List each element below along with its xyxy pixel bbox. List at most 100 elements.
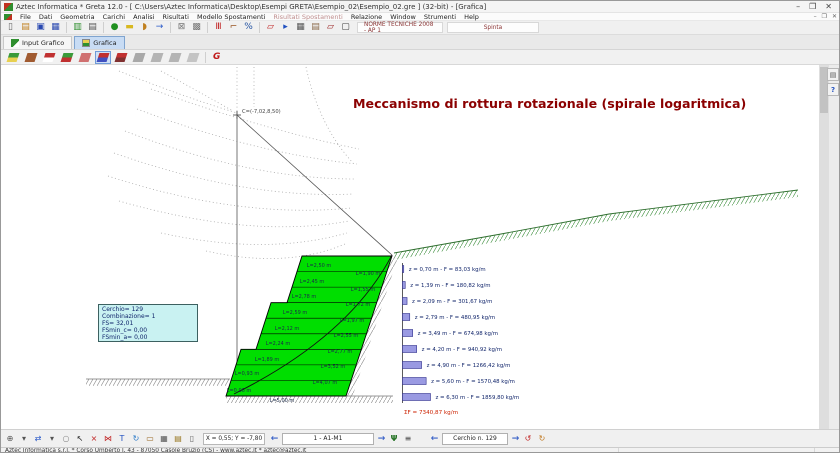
monitor-icon[interactable]: ▢ xyxy=(339,22,352,34)
report-icon[interactable]: ▤ xyxy=(86,22,99,34)
open-icon[interactable]: ▤ xyxy=(19,22,32,34)
bowtie-icon[interactable]: ⋈ xyxy=(102,432,114,445)
columns-icon[interactable]: Ⅲ xyxy=(212,22,225,34)
pan-icon[interactable]: ⇄ xyxy=(32,432,44,445)
copy-icon[interactable]: ▦ xyxy=(49,22,62,34)
force-value-label: z = 5,60 m - F = 1570,48 kg/m xyxy=(431,379,515,385)
wall-section-glyph xyxy=(97,53,110,62)
wall-type-9-icon[interactable] xyxy=(149,51,165,64)
menu-risultati[interactable]: Risultati xyxy=(158,13,193,21)
menu-risultati-spostamenti[interactable]: Risultati Spostamenti xyxy=(269,13,347,21)
prev-cerchio-icon[interactable]: ← xyxy=(429,434,440,444)
mdi-restore-icon[interactable]: ❒ xyxy=(822,13,827,20)
close-icon[interactable]: ✕ xyxy=(825,2,832,11)
fsmin-c-value: FSmin_c= 0,00 xyxy=(102,327,194,334)
help-icon[interactable]: ? xyxy=(827,83,839,96)
wall-type-11-icon[interactable] xyxy=(185,51,201,64)
tab-grafica[interactable]: Grafica xyxy=(74,36,124,49)
wall-type-4-icon[interactable] xyxy=(59,51,75,64)
layers-icon[interactable]: ▬ xyxy=(123,22,136,34)
wall-type-8-icon[interactable] xyxy=(131,51,147,64)
wall-type-6-icon[interactable] xyxy=(95,51,111,64)
spiral-back-icon[interactable]: ↺ xyxy=(522,432,534,445)
refresh-icon[interactable]: ↻ xyxy=(130,432,142,445)
verify-icon[interactable]: ▩ xyxy=(190,22,203,34)
delete-icon[interactable]: × xyxy=(88,432,100,445)
menu-file[interactable]: File xyxy=(16,13,35,21)
menu-help[interactable]: Help xyxy=(460,13,483,21)
page-icon[interactable]: ▯ xyxy=(186,432,198,445)
maximize-icon[interactable]: ❒ xyxy=(809,2,816,11)
export-icon[interactable]: ▥ xyxy=(71,22,84,34)
tree-icon[interactable]: Ψ xyxy=(388,432,400,445)
flag-icon[interactable]: ▸ xyxy=(279,22,292,34)
table-icon[interactable]: ▦ xyxy=(158,432,170,445)
wall-type-2-icon[interactable] xyxy=(23,51,39,64)
reinforcement-icon[interactable]: ▤ xyxy=(309,22,322,34)
wall-type-10-icon[interactable] xyxy=(167,51,183,64)
wall-type-3-icon[interactable] xyxy=(41,51,57,64)
wall-section-glyph xyxy=(169,53,182,62)
force-value-label: z = 2,79 m - F = 480,95 kg/m xyxy=(415,315,495,321)
corner-icon[interactable]: ⌐ xyxy=(227,22,240,34)
combination-combobox[interactable]: 1 - A1-M1 xyxy=(282,433,374,445)
vertical-scrollbar[interactable] xyxy=(819,65,829,429)
reinforcement-length-right-label: L=2,77 m xyxy=(328,349,353,355)
norme-tecniche-box[interactable]: NORME TECNICHE 2008 - AP 1 xyxy=(357,22,443,33)
mdi-close-icon[interactable]: ✕ xyxy=(832,13,837,20)
menu-strumenti[interactable]: Strumenti xyxy=(420,13,460,21)
wall-type-7-icon[interactable] xyxy=(113,51,129,64)
pan-dropdown-icon[interactable]: ▾ xyxy=(46,432,58,445)
force-value-label: z = 4,20 m - F = 940,92 kg/m xyxy=(422,347,502,353)
wall-icon[interactable]: ▱ xyxy=(264,22,277,34)
circle-icon[interactable]: ○ xyxy=(60,432,72,445)
cerchio-combobox[interactable]: Cerchio n. 129 xyxy=(442,433,508,445)
wall-section-glyph xyxy=(151,53,164,62)
spinta-box[interactable]: Spinta xyxy=(447,22,539,33)
cursor-coordinates: X = 0,55; Y = -7,80 xyxy=(203,433,265,445)
new-icon[interactable]: ▯ xyxy=(4,22,17,34)
menu-dati[interactable]: Dati xyxy=(35,13,56,21)
center-grid-arcs xyxy=(108,67,359,259)
menu-relazione[interactable]: Relazione xyxy=(347,13,386,21)
menu-window[interactable]: Window xyxy=(386,13,420,21)
menu-analisi[interactable]: Analisi xyxy=(129,13,158,21)
force-bar xyxy=(403,346,417,353)
text-icon[interactable]: T xyxy=(116,432,128,445)
spiral-forward-icon[interactable]: ↻ xyxy=(536,432,548,445)
force-value-label: z = 3,49 m - F = 674,98 kg/m xyxy=(418,331,498,337)
ledger-icon[interactable]: ▤ xyxy=(172,432,184,445)
wall-check-icon[interactable]: ▱ xyxy=(324,22,337,34)
main-toolbar: ▯▤▣▦▥▤●▬◗→⊠▩Ⅲ⌐%▱▸▦▤▱▢NORME TECNICHE 2008… xyxy=(1,21,840,35)
hammer-icon[interactable]: ⊠ xyxy=(175,22,188,34)
zoom-dropdown-icon[interactable]: ▾ xyxy=(18,432,30,445)
wall-type-5-icon[interactable] xyxy=(77,51,93,64)
menu-carichi[interactable]: Carichi xyxy=(99,13,130,21)
save-icon[interactable]: ▣ xyxy=(34,22,47,34)
zoom-icon[interactable]: ⊕ xyxy=(4,432,16,445)
base-ground-hatch xyxy=(226,396,393,403)
pointer-icon[interactable]: ↖ xyxy=(74,432,86,445)
menu-geometria[interactable]: Geometria xyxy=(56,13,98,21)
sphere-icon[interactable]: ● xyxy=(108,22,121,34)
list-icon[interactable]: ≡ xyxy=(402,432,414,445)
prev-combination-icon[interactable]: ← xyxy=(269,434,280,444)
wall-base-length-label: L=5,00 m xyxy=(270,398,295,404)
mdi-minimize-icon[interactable]: – xyxy=(814,13,817,20)
scroll-panel-icon[interactable]: ▤ xyxy=(827,68,839,81)
section-icon[interactable]: ◗ xyxy=(138,22,151,34)
tab-input-grafico[interactable]: Input Grafico xyxy=(3,36,72,49)
ruler-icon[interactable]: ▭ xyxy=(144,432,156,445)
slope-hatch xyxy=(394,190,798,260)
diagram-icon[interactable]: % xyxy=(242,22,255,34)
wall-type-1-icon[interactable] xyxy=(5,51,21,64)
minimize-icon[interactable]: – xyxy=(796,2,800,11)
drawing-canvas[interactable]: C=(-7,02,8,50)L=2,50 mL=2,45 mL=2,78 mL=… xyxy=(1,65,819,429)
tab-label: Input Grafico xyxy=(22,39,64,47)
menu-modello-spostamenti[interactable]: Modello Spostamenti xyxy=(193,13,269,21)
next-combination-icon[interactable]: → xyxy=(376,434,387,444)
grid-icon[interactable]: ▦ xyxy=(294,22,307,34)
arrow-right-icon[interactable]: → xyxy=(153,22,166,34)
toolbar-separator xyxy=(103,22,104,33)
next-cerchio-icon[interactable]: → xyxy=(510,434,521,444)
